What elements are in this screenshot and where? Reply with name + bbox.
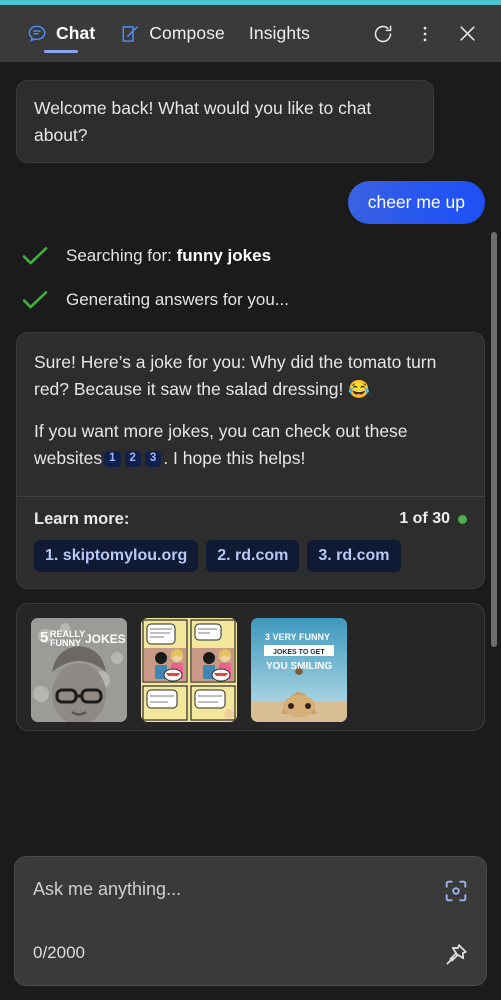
scrollbar-thumb[interactable] (491, 232, 497, 647)
tab-insights-label: Insights (248, 23, 311, 43)
tab-compose[interactable]: Compose (107, 5, 237, 62)
character-counter: 0/2000 (33, 943, 85, 962)
svg-text:5: 5 (40, 629, 48, 646)
greeting-bubble: Welcome back! What would you like to cha… (16, 80, 434, 164)
thumbnail-3-very-funny-jokes[interactable]: 3 VERY FUNNY JOKES TO GET YOU SMILING (251, 617, 347, 722)
tab-insights[interactable]: Insights (237, 5, 322, 62)
svg-text:JOKES TO GET: JOKES TO GET (273, 649, 325, 656)
status-steps: Searching for: funny jokes Generating an… (0, 224, 501, 312)
check-icon (20, 244, 50, 268)
source-links: 1. skiptomylou.org 2. rd.com 3. rd.com (34, 539, 467, 572)
visual-search-icon (442, 880, 470, 909)
message-input-placeholder[interactable]: Ask me anything... (33, 879, 468, 900)
close-button[interactable] (447, 14, 487, 54)
svg-text:3 VERY FUNNY: 3 VERY FUNNY (265, 632, 330, 642)
tab-compose-label: Compose (149, 23, 225, 43)
tab-chat[interactable]: Chat (14, 5, 107, 62)
answer-body: Sure! Here’s a joke for you: Why did the… (17, 333, 484, 495)
message-row-user: cheer me up (0, 181, 501, 225)
svg-text:JOKES: JOKES (85, 632, 126, 646)
thumbnail-5-really-funny-jokes[interactable]: 5 REALLY FUNNY JOKES (31, 617, 127, 722)
answer-text-after: . I hope this helps! (163, 447, 306, 468)
more-options-button[interactable] (405, 14, 445, 54)
composer-box[interactable]: Ask me anything... 0/2000 (14, 856, 487, 986)
user-message-bubble: cheer me up (347, 181, 485, 225)
source-link-1[interactable]: 1. skiptomylou.org (34, 539, 199, 572)
pin-button[interactable] (442, 941, 470, 969)
learn-more-header: Learn more: 1 of 30 (34, 510, 467, 529)
composer-area: Ask me anything... 0/2000 (0, 848, 501, 1000)
refresh-button[interactable] (363, 14, 403, 54)
tab-chat-label: Chat (56, 23, 96, 43)
message-row-greeting: Welcome back! What would you like to cha… (0, 80, 501, 164)
conversation-scrollbar[interactable] (487, 124, 501, 848)
tab-active-underline (43, 49, 78, 53)
refresh-icon (371, 22, 395, 46)
chat-bubble-icon (26, 23, 48, 45)
learn-more-section: Learn more: 1 of 30 1. skiptomylou.org 2… (17, 497, 484, 588)
status-step-searching-label: Searching for: funny jokes (66, 246, 272, 266)
learn-more-label: Learn more: (34, 509, 130, 528)
status-step-generating-label: Generating answers for you... (66, 290, 290, 310)
status-dot-icon (458, 514, 467, 524)
citation-badge-1[interactable]: 1 (104, 450, 121, 468)
citation-badge-3[interactable]: 3 (144, 450, 162, 468)
source-link-3[interactable]: 3. rd.com (307, 539, 401, 572)
header-bar: Chat Compose Insights (0, 5, 501, 62)
chat-panel: Chat Compose Insights Welcome back! What… (0, 0, 501, 1000)
status-step-searching: Searching for: funny jokes (20, 244, 485, 268)
result-count: 1 of 30 (399, 510, 467, 528)
compose-pencil-icon (119, 23, 141, 45)
header-actions (363, 14, 487, 54)
thumbnail-comic-strip[interactable] (141, 617, 237, 722)
answer-paragraph-joke: Sure! Here’s a joke for you: Why did the… (34, 352, 437, 399)
image-results-carousel[interactable]: 5 REALLY FUNNY JOKES 3 VERY FUNNY JOKES … (16, 602, 485, 731)
answer-paragraph-websites: If you want more jokes, you can check ou… (34, 418, 467, 471)
more-options-icon (414, 23, 436, 45)
svg-text:YOU SMILING: YOU SMILING (266, 661, 332, 672)
source-link-2[interactable]: 2. rd.com (206, 539, 300, 572)
pin-icon (442, 944, 470, 973)
conversation-area: Welcome back! What would you like to cha… (0, 62, 501, 848)
result-count-text: 1 of 30 (399, 510, 450, 528)
close-icon (456, 22, 479, 45)
header-tabs: Chat Compose Insights (14, 5, 322, 62)
check-icon (20, 288, 50, 312)
answer-card: Sure! Here’s a joke for you: Why did the… (16, 332, 485, 589)
citation-badge-2[interactable]: 2 (124, 450, 141, 468)
visual-search-button[interactable] (442, 877, 470, 905)
svg-text:FUNNY: FUNNY (50, 638, 81, 648)
status-step-generating: Generating answers for you... (20, 288, 485, 312)
